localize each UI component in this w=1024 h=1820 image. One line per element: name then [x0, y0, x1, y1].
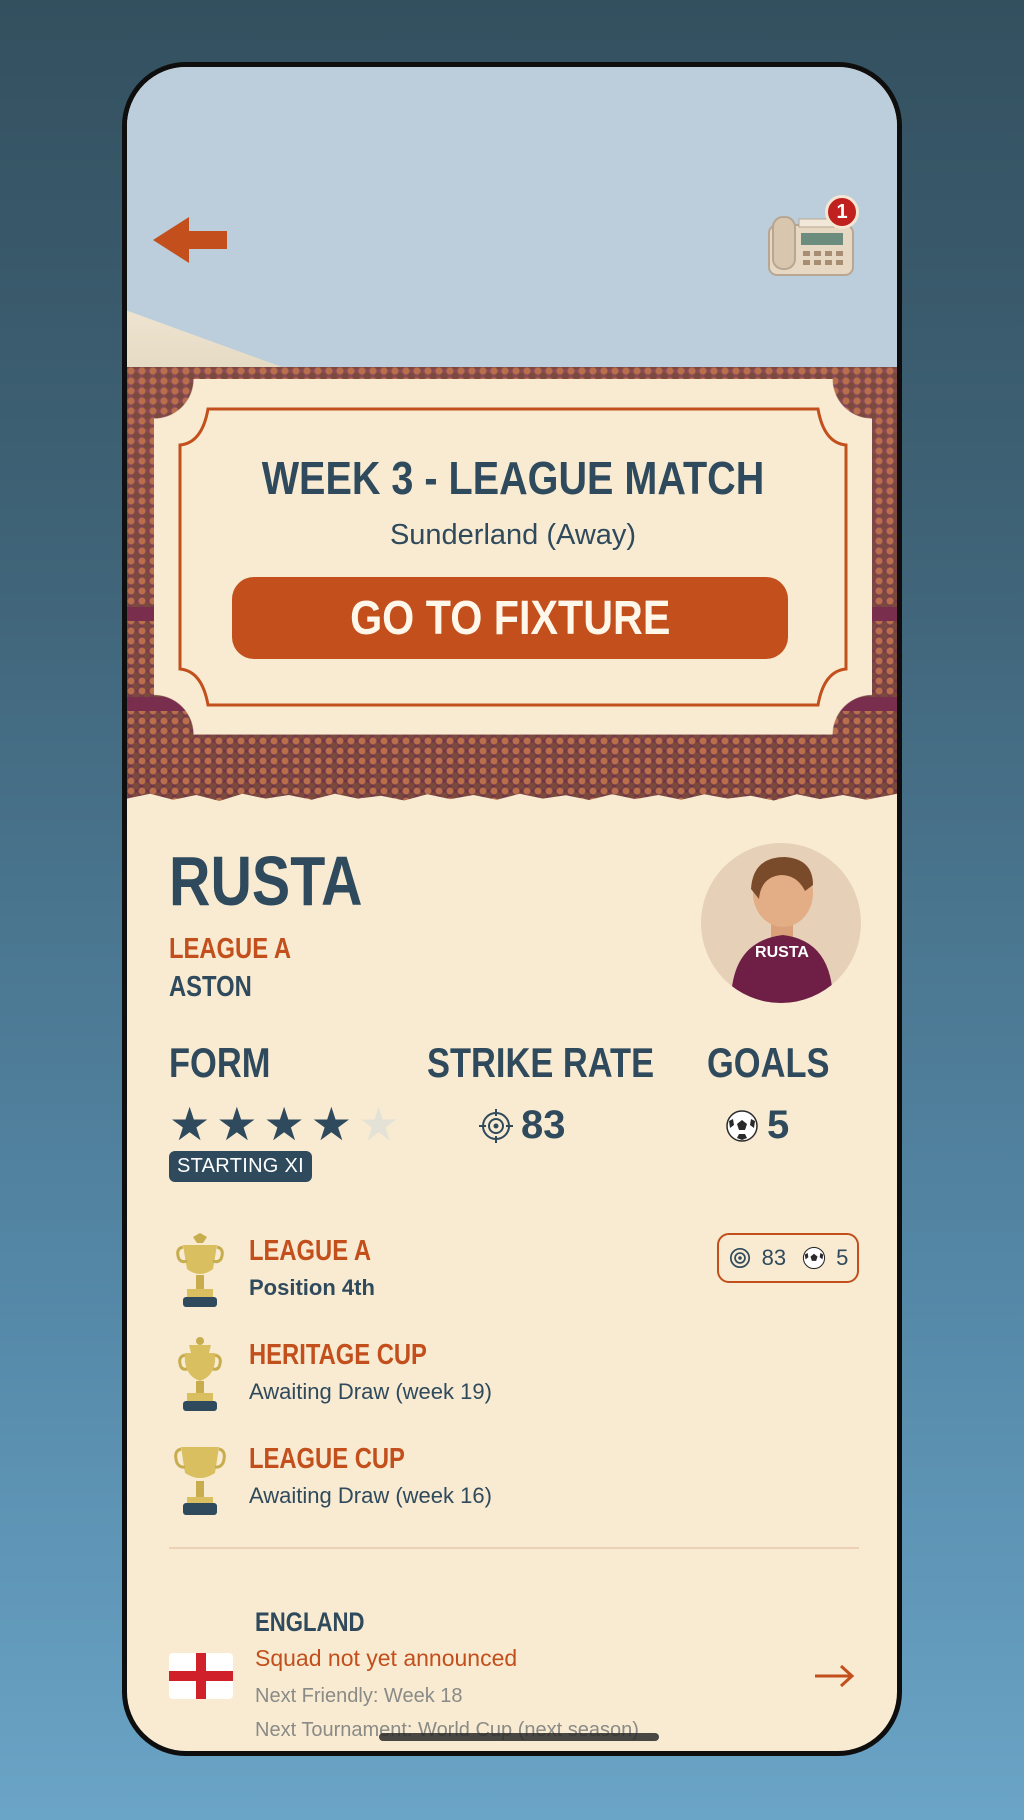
- star-icon: ★: [169, 1098, 211, 1150]
- competition-goals: 5: [836, 1245, 849, 1270]
- football-icon: [726, 1109, 758, 1142]
- england-flag-icon: [169, 1653, 233, 1699]
- go-to-fixture-button[interactable]: GO TO FIXTURE: [232, 577, 788, 659]
- league-trophy-icon: [176, 1233, 224, 1307]
- back-arrow-icon: [153, 217, 227, 263]
- home-indicator[interactable]: [379, 1733, 659, 1741]
- target-icon: [729, 1247, 750, 1269]
- competition-status: Awaiting Draw (week 16): [249, 1483, 492, 1508]
- national-team-open-button[interactable]: [813, 1661, 855, 1691]
- player-club: ASTON: [169, 971, 252, 1003]
- star-icon: ★: [310, 1098, 352, 1150]
- fixture-ticket: [154, 379, 872, 735]
- back-button[interactable]: [153, 213, 229, 267]
- national-squad-status: Squad not yet announced: [255, 1645, 518, 1671]
- fixture-opponent: Sunderland (Away): [389, 519, 637, 551]
- football-icon: [802, 1246, 826, 1270]
- competition-name: HERITAGE CUP: [249, 1339, 427, 1371]
- notification-badge: 1: [825, 195, 859, 229]
- selection-pill: STARTING XI: [169, 1151, 313, 1182]
- star-empty-icon: ★: [358, 1098, 400, 1150]
- phone-frame: 1 WEEK 3 - LEAGUE MATCH Sunderland (Away…: [122, 62, 902, 1756]
- goals-label: GOALS: [707, 1039, 830, 1086]
- form-stars: ★ ★ ★ ★ ★: [169, 1101, 399, 1147]
- fixture-title: WEEK 3 - LEAGUE MATCH: [261, 452, 765, 504]
- player-avatar: RUSTA: [701, 843, 861, 1003]
- next-friendly: Next Friendly: Week 18: [255, 1685, 463, 1707]
- cup-trophy-icon: [178, 1337, 222, 1411]
- strike-rate-value: 83: [479, 1103, 566, 1148]
- go-to-fixture-label: GO TO FIXTURE: [349, 591, 671, 645]
- target-icon: [479, 1108, 513, 1143]
- player-name: RUSTA: [169, 842, 363, 920]
- star-icon: ★: [216, 1098, 258, 1150]
- strike-rate-number: 83: [521, 1103, 566, 1147]
- goals-number: 5: [767, 1103, 790, 1147]
- competition-status: Position 4th: [249, 1275, 375, 1300]
- form-label: FORM: [169, 1039, 271, 1086]
- player-league: LEAGUE A: [169, 933, 292, 965]
- player-portrait: RUSTA: [731, 857, 833, 1003]
- section-divider: [169, 1547, 859, 1549]
- competition-row[interactable]: LEAGUE CUP Awaiting Draw (week 16): [169, 1441, 859, 1521]
- competition-row[interactable]: HERITAGE CUP Awaiting Draw (week 19): [169, 1337, 859, 1417]
- competition-name: LEAGUE CUP: [249, 1443, 405, 1475]
- phone-notifications-button[interactable]: 1: [763, 195, 863, 281]
- shirt-name: RUSTA: [755, 944, 809, 961]
- arrow-right-icon: [815, 1664, 855, 1688]
- competition-status: Awaiting Draw (week 19): [249, 1379, 492, 1404]
- national-team-name: ENGLAND: [255, 1607, 365, 1637]
- star-icon: ★: [263, 1098, 305, 1150]
- competition-row[interactable]: LEAGUE A Position 4th 83 5: [169, 1233, 859, 1313]
- competition-name: LEAGUE A: [249, 1235, 372, 1267]
- stadium-hero: 1 WEEK 3 - LEAGUE MATCH Sunderland (Away…: [127, 67, 897, 803]
- goals-value: 5: [725, 1103, 789, 1148]
- cup-trophy-icon: [174, 1447, 226, 1515]
- competition-stats-box: 83 5: [717, 1233, 859, 1283]
- competition-strike-rate: 83: [761, 1245, 787, 1270]
- strike-rate-label: STRIKE RATE: [427, 1039, 655, 1086]
